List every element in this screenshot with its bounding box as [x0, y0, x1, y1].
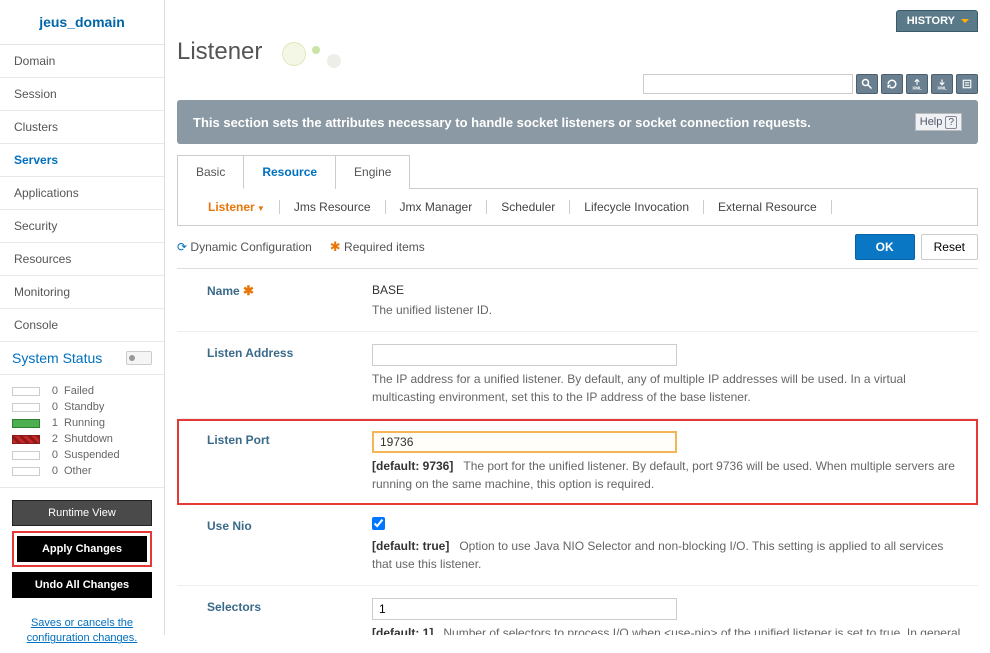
page-title: Listener [177, 38, 262, 66]
xml-upload-icon[interactable]: XML [906, 74, 928, 94]
ok-button[interactable]: OK [855, 234, 915, 260]
status-count: 2 [46, 433, 58, 445]
use-nio-desc: Option to use Java NIO Selector and non-… [372, 539, 943, 571]
history-log-icon[interactable] [956, 74, 978, 94]
use-nio-default: [default: true] [372, 539, 449, 553]
nav-item-console[interactable]: Console [0, 309, 164, 342]
name-value: BASE [372, 281, 966, 299]
selectors-desc: Number of selectors to process I/O when … [372, 626, 964, 635]
status-row-other: 0 Other [12, 463, 152, 479]
required-marker-icon: ✱ [243, 283, 254, 298]
apply-changes-button[interactable]: Apply Changes [17, 536, 147, 562]
banner-text: This section sets the attributes necessa… [193, 115, 811, 130]
status-label: Running [64, 417, 105, 429]
dynamic-config-icon: ⟳ [177, 240, 187, 254]
listen-address-label: Listen Address [207, 344, 372, 406]
listen-port-desc: The port for the unified listener. By de… [372, 459, 955, 491]
use-nio-label: Use Nio [207, 517, 372, 573]
listen-port-default: [default: 9736] [372, 459, 453, 473]
listen-address-input[interactable] [372, 344, 677, 366]
nav-item-domain[interactable]: Domain [0, 45, 164, 78]
svg-text:XML: XML [912, 85, 922, 90]
info-banner: This section sets the attributes necessa… [177, 100, 978, 144]
status-label: Standby [64, 401, 104, 413]
status-count: 0 [46, 449, 58, 461]
system-status-header: System Status [0, 342, 164, 375]
selectors-input[interactable] [372, 598, 677, 620]
tab-engine[interactable]: Engine [335, 155, 410, 189]
selectors-default: [default: 1] [372, 626, 433, 635]
status-bar-icon [12, 435, 40, 444]
listen-address-desc: The IP address for a unified listener. B… [372, 370, 966, 406]
save-note-link[interactable]: Saves or cancels the configuration chang… [0, 610, 164, 653]
nav-item-monitoring[interactable]: Monitoring [0, 276, 164, 309]
status-row-suspended: 0 Suspended [12, 447, 152, 463]
status-bar-icon [12, 467, 40, 476]
status-row-standby: 0 Standby [12, 399, 152, 415]
reset-button[interactable]: Reset [921, 234, 978, 260]
selectors-label: Selectors [207, 598, 372, 635]
name-label: Name [207, 284, 240, 298]
search-input[interactable] [643, 74, 853, 94]
nav-item-security[interactable]: Security [0, 210, 164, 243]
status-bar-icon [12, 451, 40, 460]
required-marker-icon: ✱ [330, 239, 341, 254]
status-count: 1 [46, 417, 58, 429]
domain-link[interactable]: jeus_domain [39, 14, 125, 30]
listen-port-label: Listen Port [207, 431, 372, 493]
subtab-listener[interactable]: Listener [194, 200, 280, 214]
status-bar-icon [12, 387, 40, 396]
status-list: 0 Failed 0 Standby 1 Running 2 Shutdown 0 Suspend… [0, 375, 164, 488]
nav-item-session[interactable]: Session [0, 78, 164, 111]
main-tabs: BasicResourceEngine [177, 154, 978, 189]
use-nio-checkbox[interactable] [372, 517, 385, 530]
subtab-jmx-manager[interactable]: Jmx Manager [386, 200, 488, 214]
status-count: 0 [46, 465, 58, 477]
status-label: Failed [64, 385, 94, 397]
listen-port-input[interactable] [372, 431, 677, 453]
nav-item-servers[interactable]: Servers [0, 144, 164, 177]
xml-download-icon[interactable]: XML [931, 74, 953, 94]
status-row-shutdown: 2 Shutdown [12, 431, 152, 447]
status-label: Shutdown [64, 433, 113, 445]
status-count: 0 [46, 385, 58, 397]
tab-resource[interactable]: Resource [243, 155, 336, 189]
refresh-icon[interactable] [881, 74, 903, 94]
subtab-lifecycle-invocation[interactable]: Lifecycle Invocation [570, 200, 704, 214]
history-button[interactable]: HISTORY [896, 10, 978, 32]
status-row-running: 1 Running [12, 415, 152, 431]
status-label: Other [64, 465, 92, 477]
runtime-view-button[interactable]: Runtime View [12, 500, 152, 526]
sub-tabs: ListenerJms ResourceJmx ManagerScheduler… [177, 189, 978, 226]
subtab-jms-resource[interactable]: Jms Resource [280, 200, 386, 214]
system-status-title: System Status [12, 350, 102, 366]
subtab-external-resource[interactable]: External Resource [704, 200, 832, 214]
status-toggle-icon[interactable] [126, 351, 152, 365]
tab-basic[interactable]: Basic [177, 155, 244, 189]
nav-list: DomainSessionClustersServersApplications… [0, 45, 164, 342]
help-button[interactable]: Help ? [915, 113, 962, 131]
nav-item-clusters[interactable]: Clusters [0, 111, 164, 144]
status-bar-icon [12, 419, 40, 428]
status-bar-icon [12, 403, 40, 412]
name-desc: The unified listener ID. [372, 301, 966, 319]
svg-text:XML: XML [937, 85, 947, 90]
status-row-failed: 0 Failed [12, 383, 152, 399]
required-items-label: Required items [344, 240, 425, 254]
decorative-circles [282, 38, 382, 68]
dynamic-config-label: Dynamic Configuration [190, 240, 311, 254]
status-label: Suspended [64, 449, 120, 461]
subtab-scheduler[interactable]: Scheduler [487, 200, 570, 214]
status-count: 0 [46, 401, 58, 413]
nav-item-resources[interactable]: Resources [0, 243, 164, 276]
undo-all-changes-button[interactable]: Undo All Changes [12, 572, 152, 598]
search-icon[interactable] [856, 74, 878, 94]
nav-item-applications[interactable]: Applications [0, 177, 164, 210]
